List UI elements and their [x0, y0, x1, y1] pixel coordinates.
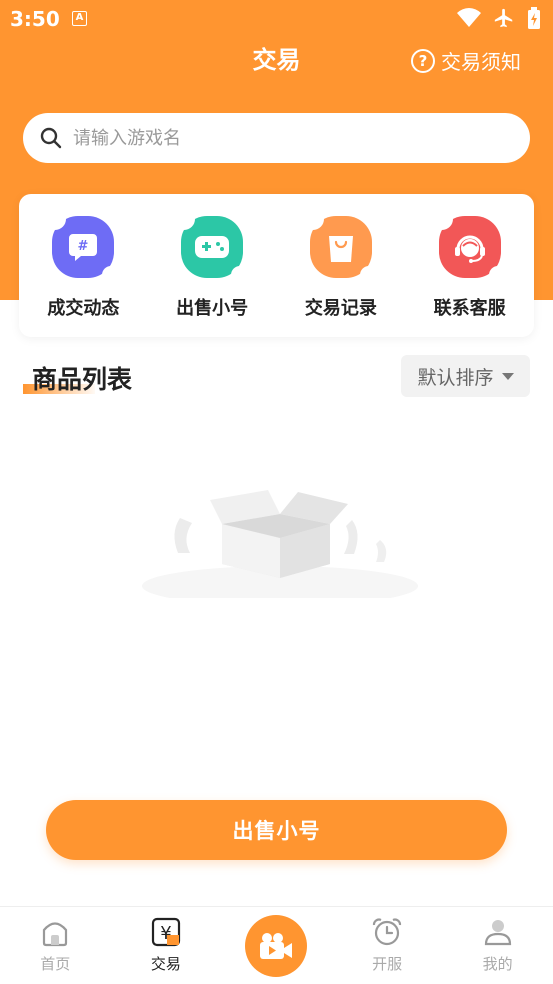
tab-video[interactable] [221, 907, 332, 984]
battery-icon [528, 7, 540, 29]
status-icons [457, 7, 541, 29]
accessibility-badge-icon: A [72, 11, 87, 26]
quick-action-label: 出售小号 [176, 298, 249, 319]
quick-action-label: 交易记录 [304, 298, 377, 319]
tab-home[interactable]: 首页 [0, 907, 111, 984]
product-list-header: 商品列表 默认排序 [0, 352, 553, 402]
quick-action-label: 成交动态 [47, 298, 120, 319]
hash-chat-icon: # [44, 208, 121, 284]
tab-label: 首页 [40, 955, 71, 973]
status-time: 3:50 [10, 7, 60, 31]
tab-label: 我的 [482, 955, 513, 973]
home-icon [43, 922, 68, 947]
user-icon [484, 920, 511, 946]
yen-glyph: ¥ [160, 923, 171, 944]
sort-label: 默认排序 [417, 366, 494, 389]
empty-box-illustration [142, 490, 418, 598]
quick-action-label: 联系客服 [433, 298, 506, 319]
alarm-clock-icon [372, 918, 402, 946]
trade-notice-label: 交易须知 [441, 50, 521, 74]
caret-down-icon [501, 372, 514, 380]
quick-action-deal-feed[interactable]: # 成交动态 [19, 194, 148, 337]
sell-account-button[interactable]: 出售小号 [46, 800, 507, 860]
quick-action-customer-service[interactable]: 联系客服 [405, 194, 534, 337]
airplane-icon [494, 8, 513, 28]
tab-server-open[interactable]: 开服 [332, 907, 443, 984]
title-bar: 交易 ? 交易须知 [0, 38, 553, 78]
headset-icon [430, 208, 507, 284]
quick-action-sell-account[interactable]: 出售小号 [148, 194, 277, 337]
quick-actions-card: # 成交动态 出售小号 交易记录 联系客服 [19, 194, 534, 337]
search-box[interactable] [23, 113, 530, 163]
trade-notice-button[interactable]: ? 交易须知 [411, 46, 521, 75]
question-circle-icon: ? [411, 48, 435, 73]
status-bar: 3:50 A [0, 0, 553, 38]
shopping-bag-icon [301, 208, 378, 284]
bottom-tab-bar: 首页 ¥ 交易 开服 我的 [0, 906, 553, 984]
product-list-title: 商品列表 [32, 365, 133, 394]
tab-label: 交易 [150, 955, 181, 973]
search-icon [40, 127, 62, 149]
yen-icon: ¥ [151, 917, 180, 947]
quick-action-trade-records[interactable]: 交易记录 [277, 194, 406, 337]
wifi-icon [457, 8, 481, 27]
hash-glyph: # [78, 239, 89, 254]
tab-mine[interactable]: 我的 [442, 907, 553, 984]
video-camera-icon[interactable] [245, 915, 308, 977]
gamepad-icon [173, 208, 250, 284]
sort-dropdown[interactable]: 默认排序 [401, 355, 530, 397]
tab-trade[interactable]: ¥ 交易 [111, 907, 222, 984]
search-input[interactable] [73, 127, 493, 149]
tab-label: 开服 [372, 955, 403, 973]
